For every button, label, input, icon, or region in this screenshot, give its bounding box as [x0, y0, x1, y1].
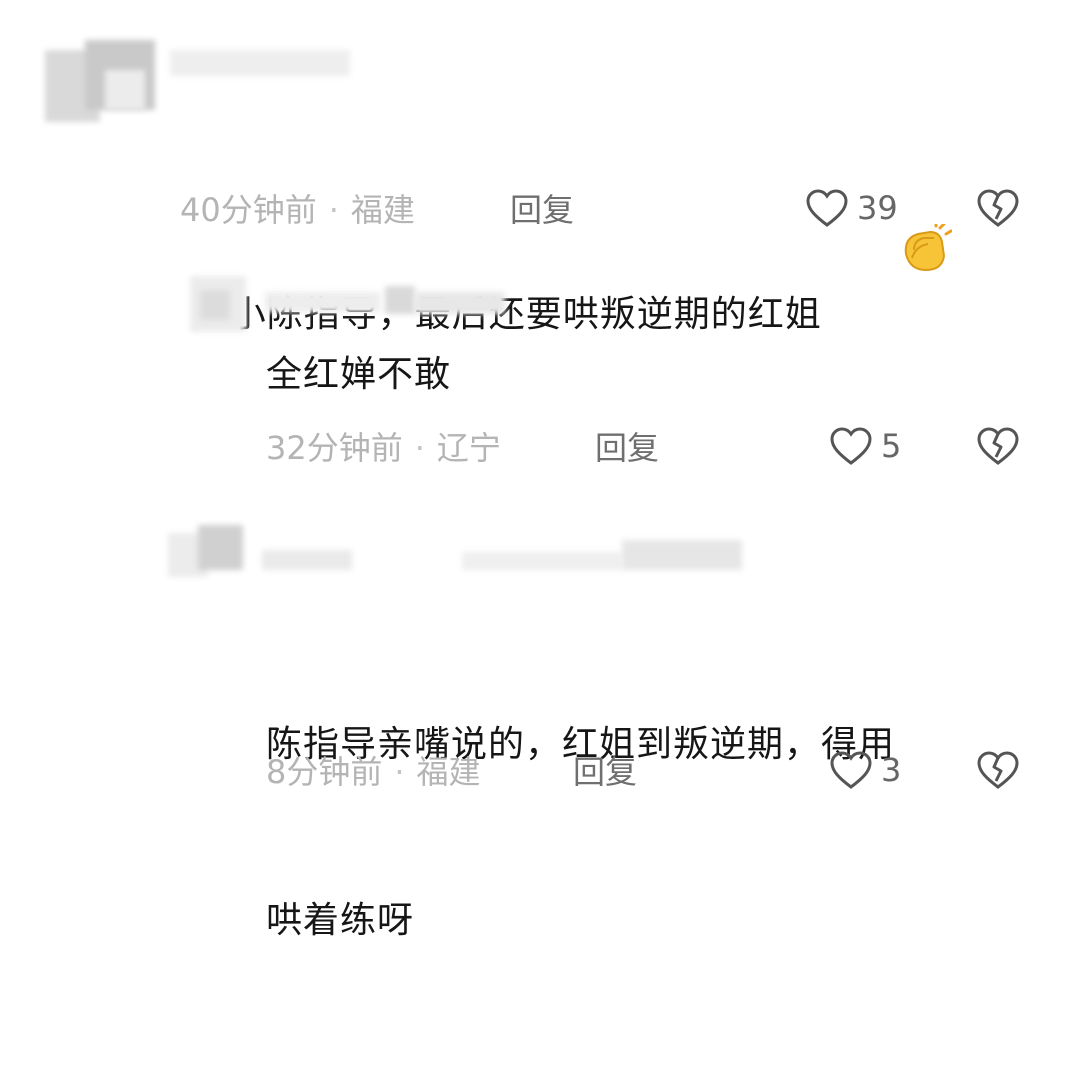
like-count: 5 — [881, 427, 902, 465]
avatar[interactable] — [45, 40, 155, 122]
heart-outline-icon — [806, 189, 848, 227]
comment-meta: 32分钟前 · 辽宁 — [266, 428, 501, 468]
meta-separator: · — [328, 191, 339, 229]
location: 辽宁 — [436, 429, 501, 467]
heart-outline-icon — [830, 427, 872, 465]
broken-heart-icon — [977, 189, 1019, 227]
comment-text: 陈指导亲嘴说的，红姐到叛逆期，得用 哄着练呀 — [266, 600, 895, 1066]
username-blurred[interactable] — [170, 50, 350, 76]
like-count: 39 — [857, 189, 898, 227]
location: 福建 — [416, 753, 481, 791]
like-button[interactable]: 39 — [805, 188, 898, 228]
location: 福建 — [350, 191, 415, 229]
comment-meta: 8分钟前 · 福建 — [266, 752, 481, 792]
comment-text: 全红婵不敢 — [266, 354, 452, 395]
like-button[interactable]: 5 — [829, 426, 901, 466]
timestamp: 40分钟前 — [180, 191, 317, 229]
dislike-button[interactable] — [976, 750, 1020, 794]
meta-separator: · — [394, 753, 405, 791]
meta-separator: · — [414, 429, 425, 467]
comment-text-line: 哄着练呀 — [266, 900, 415, 941]
username-blurred[interactable] — [265, 286, 505, 316]
avatar[interactable] — [168, 525, 243, 577]
dislike-button[interactable] — [976, 426, 1020, 470]
broken-heart-icon — [977, 427, 1019, 465]
dislike-button[interactable] — [976, 188, 1020, 232]
reply-button[interactable]: 回复 — [573, 752, 637, 792]
timestamp: 32分钟前 — [266, 429, 403, 467]
like-button[interactable]: 3 — [829, 750, 901, 790]
heart-outline-icon — [830, 751, 872, 789]
reply-button[interactable]: 回复 — [595, 428, 659, 468]
timestamp: 8分钟前 — [266, 753, 383, 791]
broken-heart-icon — [977, 751, 1019, 789]
reply-button[interactable]: 回复 — [510, 190, 574, 230]
username-blurred[interactable] — [262, 540, 762, 576]
like-count: 3 — [881, 751, 902, 789]
comment-meta: 40分钟前 · 福建 — [180, 190, 415, 230]
avatar[interactable] — [190, 276, 246, 332]
